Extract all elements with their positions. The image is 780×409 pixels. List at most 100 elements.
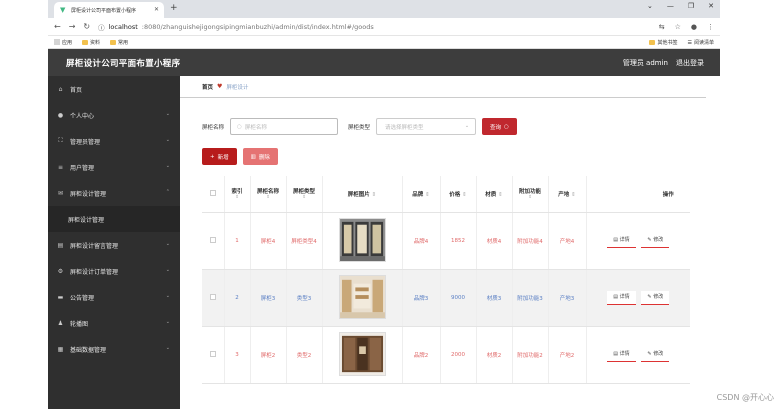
origin-cell: 产地2	[548, 326, 587, 384]
back-icon[interactable]: ←	[54, 22, 61, 31]
search-form: 屏柜名称 ○ 屏柜名称 屏柜类型 请选择屏柜类型 ⌄ 查询 ○	[202, 118, 517, 135]
sidebar-item-messages[interactable]: ▤ 屏柜设计留言管理 ⌄	[48, 232, 180, 258]
sort-icon: ⇕	[462, 191, 467, 198]
sidebar-item-profile[interactable]: ● 个人中心 ⌄	[48, 102, 180, 128]
reload-icon[interactable]: ↻	[83, 22, 90, 31]
bookmark-folder[interactable]: 资料	[82, 39, 100, 46]
edit-button[interactable]: ✎ 修改	[641, 233, 670, 248]
profile-icon[interactable]: ●	[691, 23, 697, 31]
type-label: 屏柜类型	[348, 124, 371, 131]
column-header[interactable]: 附加功能 ⇕	[512, 176, 549, 213]
breadcrumb-home[interactable]: 首页	[202, 83, 213, 91]
brand-cell: 品牌3	[402, 269, 441, 327]
minimize-icon[interactable]: —	[667, 2, 674, 10]
cabinet-image	[338, 331, 386, 376]
bookmark-label: 阅读清单	[693, 40, 714, 46]
sidebar-item-orders[interactable]: ⚙ 屏柜设计订单管理 ⌄	[48, 258, 180, 284]
browser-tab[interactable]: ▼ 屏柜设计公司平面布置小程序 ✕	[54, 2, 164, 18]
sidebar-item-home[interactable]: ⌂ 首页	[48, 76, 180, 102]
sidebar-item-notices[interactable]: ▬ 公告管理 ⌄	[48, 284, 180, 310]
row-checkbox[interactable]	[209, 350, 216, 357]
sidebar-item-label: 屏柜设计管理	[68, 216, 105, 224]
folder-icon	[82, 39, 89, 45]
name-input[interactable]: ○ 屏柜名称	[230, 118, 339, 135]
column-header[interactable]: 索引 ⇕	[224, 176, 251, 213]
reading-list[interactable]: ☰ 阅读清单	[688, 39, 715, 47]
detail-button[interactable]: ▤ 详情	[607, 347, 636, 362]
type-placeholder: 请选择屏柜类型	[385, 124, 424, 131]
menu-icon[interactable]: ⋮	[707, 23, 714, 31]
sidebar-item-base-data[interactable]: ▦ 基础数据管理 ⌄	[48, 336, 180, 362]
sidebar-item-cabinet-design[interactable]: ✉ 屏柜设计管理 ⌃	[48, 180, 180, 206]
sidebar: ⌂ 首页 ● 个人中心 ⌄ ⛶ 管理员管理 ⌄ ≡ 用户管理 ⌄ ✉ 屏柜设计管理 ⌃ 屏柜设计管…	[48, 76, 180, 409]
name-label: 屏柜名称	[202, 124, 225, 131]
column-header[interactable]: 品牌 ⇕	[402, 176, 441, 213]
type-select[interactable]: 请选择屏柜类型 ⌄	[376, 118, 477, 135]
cabinet-image	[338, 274, 386, 319]
query-button[interactable]: 查询 ○	[482, 118, 517, 135]
sidebar-item-carousel[interactable]: ♟ 轮播图 ⌄	[48, 310, 180, 336]
detail-button[interactable]: ▤ 详情	[607, 233, 636, 248]
bookmark-label: 资料	[90, 39, 101, 46]
add-button[interactable]: + 新增	[202, 148, 237, 165]
chevron-down-icon[interactable]: ⌄	[647, 2, 653, 10]
type-cell: 类型2	[286, 326, 323, 384]
chevron-down-icon: ⌄	[165, 319, 170, 325]
star-icon[interactable]: ☆	[675, 23, 681, 31]
maximize-icon[interactable]: ❐	[688, 2, 694, 10]
plus-icon: +	[210, 153, 215, 160]
query-label: 查询	[490, 124, 502, 131]
header-label: 产地	[558, 191, 570, 198]
select-all-checkbox[interactable]	[209, 189, 216, 196]
column-header[interactable]: 屏柜名称 ⇕	[250, 176, 287, 213]
bookmark-folder[interactable]: 常用	[110, 39, 128, 46]
column-header[interactable]: 产地 ⇕	[548, 176, 587, 213]
translate-icon[interactable]: ⇆	[659, 23, 665, 31]
edit-button[interactable]: ✎ 修改	[641, 347, 670, 362]
table-row[interactable]: 2 屏柜3 类型3 品牌3 9000 材质3 附加功能3 产地3 ▤ 详情 ✎ …	[202, 269, 690, 327]
close-window-icon[interactable]: ✕	[708, 2, 714, 10]
sidebar-item-label: 个人中心	[70, 112, 95, 120]
tab-title: 屏柜设计公司平面布置小程序	[71, 7, 137, 14]
delete-label: 删除	[258, 154, 270, 161]
chevron-down-icon: ⌄	[165, 293, 170, 299]
sidebar-item-label: 屏柜设计留言管理	[70, 242, 119, 250]
new-tab-icon[interactable]: +	[170, 3, 178, 13]
other-bookmarks[interactable]: 其他书签	[649, 39, 678, 46]
sidebar-item-label: 用户管理	[70, 164, 95, 172]
table-row[interactable]: 1 屏柜4 屏柜类型4 品牌4 1852 材质4 附加功能4 产地4 ▤ 详情 …	[202, 212, 690, 270]
sidebar-item-users[interactable]: ≡ 用户管理 ⌄	[48, 154, 180, 180]
column-header[interactable]: 材质 ⇕	[476, 176, 513, 213]
bookmark-apps[interactable]: 应用	[54, 39, 72, 46]
type-cell: 类型3	[286, 269, 323, 327]
chevron-down-icon: ⌄	[165, 345, 170, 351]
origin-cell: 产地3	[548, 269, 587, 327]
row-checkbox[interactable]	[209, 293, 216, 300]
sort-icon: ⇕	[235, 195, 239, 201]
sidebar-subitem-cabinet-design[interactable]: 屏柜设计管理	[48, 206, 180, 232]
sort-icon: ⇕	[528, 195, 532, 201]
table-row[interactable]: 3 屏柜2 类型2 品牌2 2000 材质2 附加功能2 产地2 ▤ 详情 ✎ …	[202, 326, 690, 384]
forward-icon[interactable]: →	[69, 22, 76, 31]
expand-icon: ⛶	[58, 137, 63, 144]
edit-button[interactable]: ✎ 修改	[641, 290, 670, 305]
chevron-down-icon: ⌄	[165, 137, 170, 143]
row-checkbox[interactable]	[209, 236, 216, 243]
column-header[interactable]: 价格 ⇕	[440, 176, 477, 213]
close-tab-icon[interactable]: ✕	[154, 6, 159, 13]
header-label: 品牌	[412, 191, 424, 198]
sort-icon: ⇕	[498, 191, 503, 198]
url-field[interactable]: ⓘ localhost:8080/zhanguishejigongsipingm…	[98, 22, 651, 32]
current-user: 管理员 admin	[622, 58, 668, 67]
apps-grid-icon	[54, 39, 60, 45]
edit-label: 修改	[653, 350, 664, 357]
browser-window: ▼ 屏柜设计公司平面布置小程序 ✕ + ⌄ — ❐ ✕ ← → ↻ ⓘ loca…	[48, 0, 720, 409]
edit-label: 修改	[653, 293, 664, 300]
logout-link[interactable]: 退出登录	[676, 58, 704, 68]
detail-button[interactable]: ▤ 详情	[607, 290, 636, 305]
sidebar-item-admin[interactable]: ⛶ 管理员管理 ⌄	[48, 128, 180, 154]
index-cell: 1	[224, 212, 251, 270]
column-header[interactable]: 屏柜图片 ⇕	[322, 176, 403, 213]
delete-button[interactable]: ▥ 删除	[242, 148, 278, 165]
column-header[interactable]: 屏柜类型 ⇕	[286, 176, 323, 213]
